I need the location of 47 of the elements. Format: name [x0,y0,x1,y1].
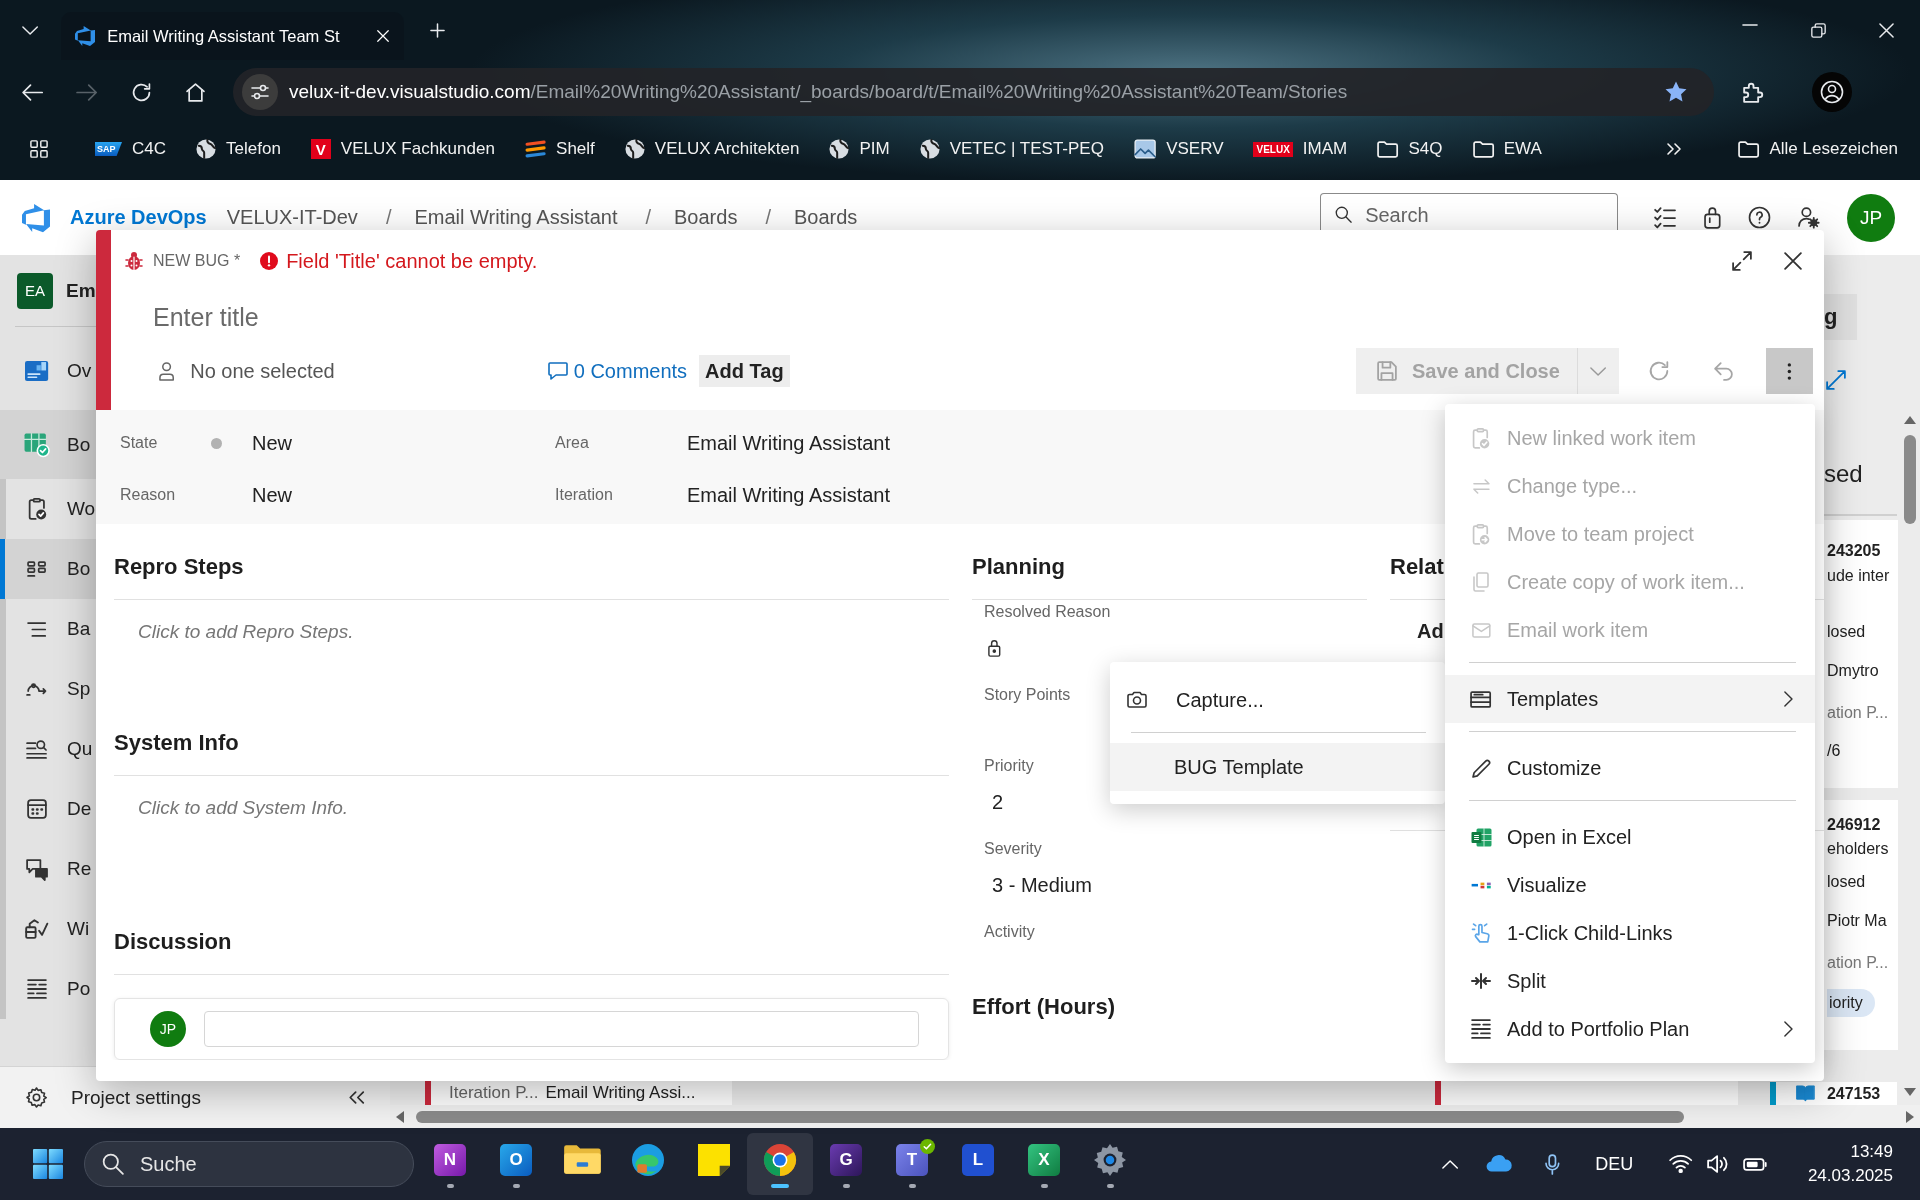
error-message: Field 'Title' cannot be empty. [286,249,538,273]
field-label: Activity [984,922,1035,942]
section-title: System Info [114,730,239,755]
letter-tile-app-icon: N [434,1144,466,1176]
breadcrumb-separator: / [765,206,771,229]
field-label: Reason [120,486,176,504]
logo-icon: SAP [95,142,122,156]
card-field: ation P... [1827,952,1889,974]
card-id: 247153 [1826,1084,1881,1103]
field-label: Area [555,434,589,452]
letter-tile-app-icon: X [1028,1144,1060,1176]
breadcrumb-separator: / [385,206,392,229]
card-field: Iteration P... [449,1083,539,1103]
field-label: State [120,434,158,452]
column-title: sed [1824,459,1863,489]
card-field: ation P... [1827,702,1889,724]
tag: iority [1827,989,1875,1017]
section-title: Planning [972,554,1065,579]
field-label: Priority [984,756,1034,776]
user-avatar: JP [150,1011,186,1047]
card-assignee: Piotr Ma [1827,911,1887,931]
letter-tile-app-icon: O [500,1144,532,1176]
letter-tile-app-icon: T [896,1144,928,1176]
card-id: 246912 [1827,815,1881,835]
section-title: Discussion [114,929,232,954]
card-assignee: Dmytro [1827,661,1879,681]
section-title: Effort (Hours) [972,994,1115,1019]
card-value: /6 [1827,741,1841,761]
field-label: Severity [984,839,1042,859]
card-title: eholders [1827,839,1889,859]
letter-tile-app-icon: L [962,1144,994,1176]
field-label: Resolved Reason [984,602,1111,622]
card-title: ude inter [1827,566,1890,586]
card-state: losed [1827,622,1866,642]
section-title: Repro Steps [114,554,244,579]
section-title: Relat [1390,554,1444,579]
field-label: Story Points [984,685,1071,705]
project-avatar: EA [17,272,53,309]
breadcrumb-separator: / [645,206,652,229]
logo-icon: VELUX [1253,141,1293,157]
card-value: Email Writing Assi... [545,1083,696,1103]
logo-icon: V [310,139,331,159]
work-item-type: NEW BUG * [153,252,241,270]
card-state: losed [1827,872,1866,892]
card-id: 243205 [1827,541,1881,561]
letter-tile-app-icon: G [830,1144,862,1176]
field-label: Iteration [555,486,613,504]
